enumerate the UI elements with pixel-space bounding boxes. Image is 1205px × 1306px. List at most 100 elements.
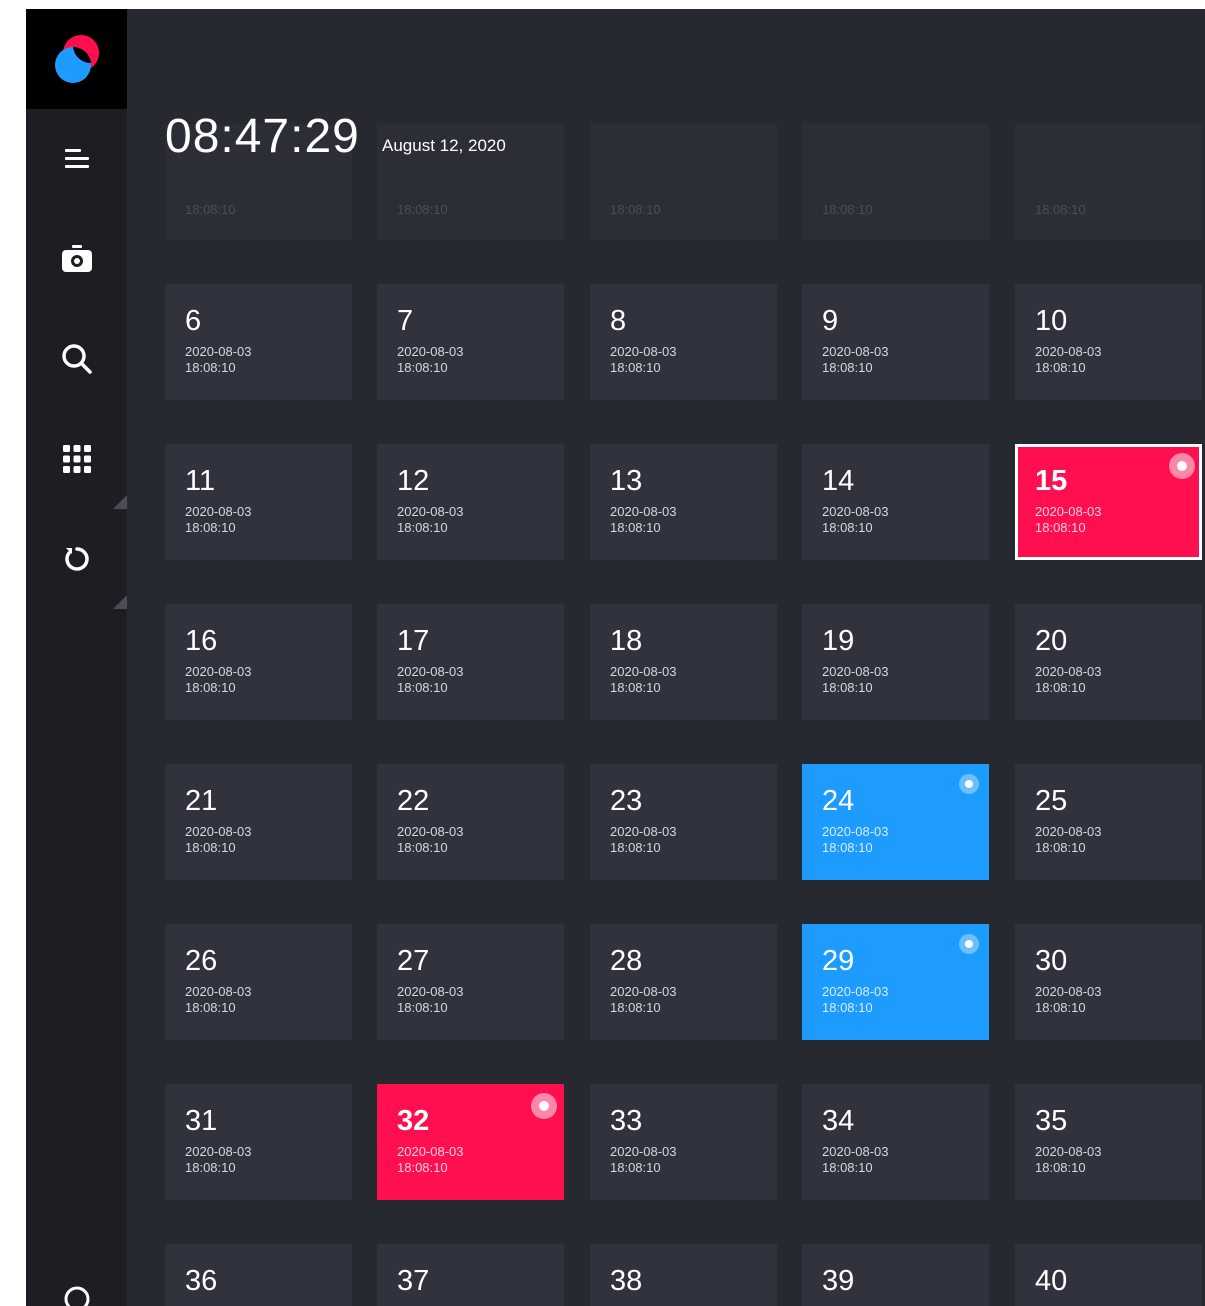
tile-time: 18:08:10 [397, 360, 448, 375]
tile-date: 2020-08-03 [610, 1144, 677, 1159]
tile-time: 18:08:10 [397, 520, 448, 535]
camera-tile[interactable]: 11 2020-08-03 18:08:10 [165, 444, 352, 560]
camera-tile[interactable]: 28 2020-08-03 18:08:10 [590, 924, 777, 1040]
tile-number: 25 [1035, 785, 1068, 817]
camera-tile[interactable]: 29 2020-08-03 18:08:10 [802, 924, 989, 1040]
camera-tile[interactable]: 17 2020-08-03 18:08:10 [377, 604, 564, 720]
tile-number: 36 [185, 1265, 218, 1297]
camera-tile[interactable]: 9 2020-08-03 18:08:10 [802, 284, 989, 400]
camera-tile[interactable]: 16 2020-08-03 18:08:10 [165, 604, 352, 720]
tile-date: 2020-08-03 [1035, 664, 1102, 679]
tile-time: 18:08:10 [822, 1160, 873, 1175]
camera-tile[interactable]: 6 2020-08-03 18:08:10 [165, 284, 352, 400]
camera-tile[interactable]: 8 2020-08-03 18:08:10 [590, 284, 777, 400]
tile-timestamp: 2020-08-03 18:08:10 [185, 344, 252, 376]
tile-date: 2020-08-03 [610, 824, 677, 839]
tile-time: 18:08:10 [822, 520, 873, 535]
tile-number: 16 [185, 625, 218, 657]
tile-timestamp: 2020-08-03 18:08:10 [185, 984, 252, 1016]
camera-tile[interactable]: 40 [1015, 1244, 1202, 1306]
camera-tile[interactable]: 32 2020-08-03 18:08:10 [377, 1084, 564, 1200]
camera-tile[interactable]: 33 2020-08-03 18:08:10 [590, 1084, 777, 1200]
tile-time: 18:08:10 [1035, 202, 1086, 217]
tile-timestamp: 2020-08-03 18:08:10 [610, 824, 677, 856]
tile-date: 2020-08-03 [397, 1144, 464, 1159]
camera-tile[interactable]: 25 2020-08-03 18:08:10 [1015, 764, 1202, 880]
camera-tile[interactable]: 23 2020-08-03 18:08:10 [590, 764, 777, 880]
tile-number: 30 [1035, 945, 1068, 977]
tile-date: 2020-08-03 [185, 664, 252, 679]
app-window: 18:08:10 18:08:10 18:08:10 18:08:10 18:08:10… [26, 9, 1205, 1306]
camera-tile[interactable]: 14 2020-08-03 18:08:10 [802, 444, 989, 560]
tile-partial[interactable]: 18:08:10 [802, 124, 989, 240]
camera-tile[interactable]: 36 [165, 1244, 352, 1306]
camera-tile[interactable]: 24 2020-08-03 18:08:10 [802, 764, 989, 880]
tile-timestamp: 2020-08-03 18:08:10 [610, 984, 677, 1016]
app-logo[interactable] [26, 9, 127, 109]
tile-time: 18:08:10 [1035, 360, 1086, 375]
menu-button[interactable] [26, 109, 127, 209]
camera-tile[interactable]: 26 2020-08-03 18:08:10 [165, 924, 352, 1040]
tile-partial[interactable]: 18:08:10 [590, 124, 777, 240]
tile-time: 18:08:10 [397, 1000, 448, 1015]
search-button[interactable] [26, 309, 127, 409]
tile-date: 2020-08-03 [1035, 984, 1102, 999]
tile-number: 31 [185, 1105, 218, 1137]
tile-number: 13 [610, 465, 643, 497]
camera-tile[interactable]: 10 2020-08-03 18:08:10 [1015, 284, 1202, 400]
camera-tile[interactable]: 37 [377, 1244, 564, 1306]
tile-partial[interactable]: 18:08:10 [1015, 124, 1202, 240]
tile-timestamp: 2020-08-03 18:08:10 [822, 664, 889, 696]
tile-number: 14 [822, 465, 855, 497]
tile-number: 18 [610, 625, 643, 657]
settings-button[interactable] [26, 1284, 127, 1306]
grid-icon [62, 445, 91, 473]
tile-date: 2020-08-03 [185, 504, 252, 519]
submenu-indicator [113, 495, 127, 509]
camera-tile[interactable]: 12 2020-08-03 18:08:10 [377, 444, 564, 560]
camera-icon [61, 245, 92, 272]
tile-date: 2020-08-03 [397, 504, 464, 519]
camera-tile[interactable]: 39 [802, 1244, 989, 1306]
tile-number: 17 [397, 625, 430, 657]
tile-date: 2020-08-03 [185, 984, 252, 999]
camera-tile[interactable]: 19 2020-08-03 18:08:10 [802, 604, 989, 720]
camera-tile[interactable]: 31 2020-08-03 18:08:10 [165, 1084, 352, 1200]
camera-tile[interactable]: 35 2020-08-03 18:08:10 [1015, 1084, 1202, 1200]
tile-date: 2020-08-03 [185, 824, 252, 839]
camera-tile[interactable]: 27 2020-08-03 18:08:10 [377, 924, 564, 1040]
tile-number: 27 [397, 945, 430, 977]
tile-time: 18:08:10 [610, 360, 661, 375]
tile-timestamp: 2020-08-03 18:08:10 [822, 504, 889, 536]
tile-time: 18:08:10 [1035, 1000, 1086, 1015]
tile-date: 2020-08-03 [822, 504, 889, 519]
tile-time: 18:08:10 [822, 202, 873, 217]
tile-time: 18:08:10 [397, 1160, 448, 1175]
camera-tile[interactable]: 18 2020-08-03 18:08:10 [590, 604, 777, 720]
camera-button[interactable] [26, 209, 127, 309]
grid-button[interactable] [26, 409, 127, 509]
tile-timestamp: 2020-08-03 18:08:10 [822, 984, 889, 1016]
tile-time: 18:08:10 [397, 202, 448, 217]
camera-tile[interactable]: 21 2020-08-03 18:08:10 [165, 764, 352, 880]
camera-tile[interactable]: 13 2020-08-03 18:08:10 [590, 444, 777, 560]
tile-timestamp: 2020-08-03 18:08:10 [1035, 984, 1102, 1016]
submenu-indicator [113, 595, 127, 609]
camera-tile[interactable]: 20 2020-08-03 18:08:10 [1015, 604, 1202, 720]
tile-number: 26 [185, 945, 218, 977]
search-icon [61, 344, 92, 374]
tile-timestamp: 2020-08-03 18:08:10 [185, 504, 252, 536]
camera-tile[interactable]: 30 2020-08-03 18:08:10 [1015, 924, 1202, 1040]
camera-tile[interactable]: 34 2020-08-03 18:08:10 [802, 1084, 989, 1200]
tile-timestamp: 2020-08-03 18:08:10 [397, 1144, 464, 1176]
camera-tile[interactable]: 7 2020-08-03 18:08:10 [377, 284, 564, 400]
camera-tile[interactable]: 22 2020-08-03 18:08:10 [377, 764, 564, 880]
sidebar [26, 9, 127, 1306]
tile-date: 2020-08-03 [397, 984, 464, 999]
tile-number: 29 [822, 945, 855, 977]
tile-number: 15 [1035, 465, 1068, 497]
refresh-button[interactable] [26, 509, 127, 609]
camera-tile[interactable]: 15 2020-08-03 18:08:10 [1015, 444, 1202, 560]
tile-timestamp: 2020-08-03 18:08:10 [397, 664, 464, 696]
camera-tile[interactable]: 38 [590, 1244, 777, 1306]
